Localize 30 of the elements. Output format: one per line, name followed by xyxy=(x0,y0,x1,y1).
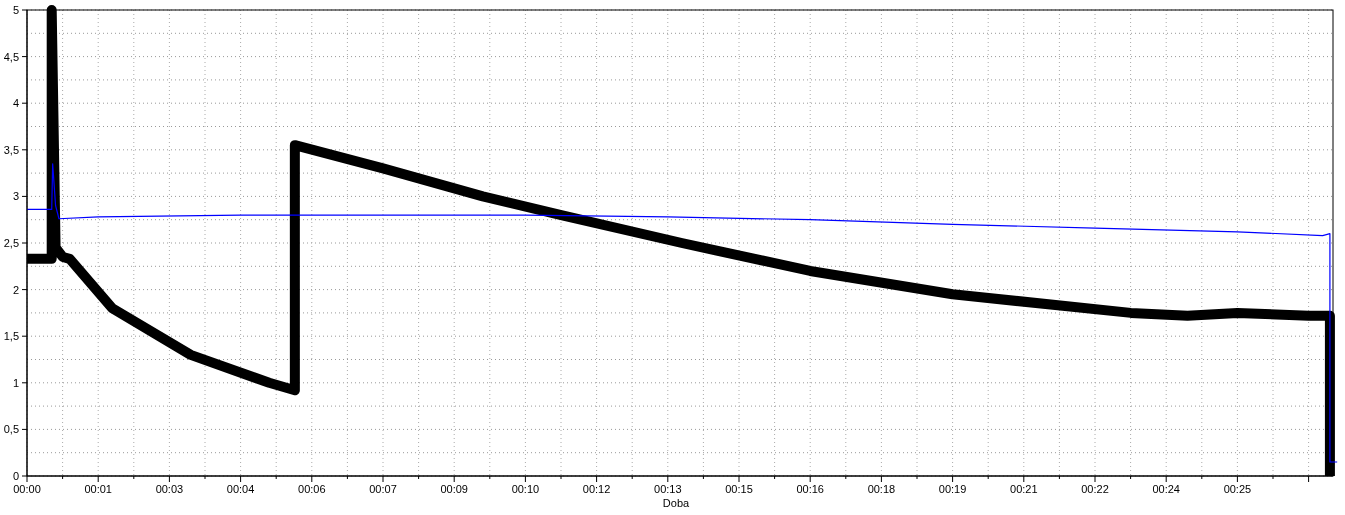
x-tick-label: 00:13 xyxy=(654,483,682,495)
y-tick-label: 2,5 xyxy=(3,237,19,249)
x-tick-label: 00:22 xyxy=(1081,483,1109,495)
x-tick-label: 00:24 xyxy=(1152,483,1180,495)
x-tick-label: 00:00 xyxy=(13,483,41,495)
y-tick-label: 5 xyxy=(12,4,19,16)
x-tick-label: 00:03 xyxy=(155,483,184,495)
y-tick-label: 0,5 xyxy=(3,423,19,436)
y-tick-label: 1,5 xyxy=(3,330,19,343)
y-tick-label: 3,5 xyxy=(3,143,19,156)
y-tick-label: 4 xyxy=(12,97,19,110)
x-tick-label: 00:18 xyxy=(867,483,896,495)
y-tick-label: 4,5 xyxy=(3,50,19,63)
x-tick-label: 00:01 xyxy=(84,483,112,495)
x-tick-label: 00:06 xyxy=(298,483,326,495)
x-tick-label: 00:09 xyxy=(440,483,468,495)
y-tick-label: 1 xyxy=(12,376,19,389)
y-tick-label: 0 xyxy=(12,470,19,482)
x-tick-label: 00:21 xyxy=(1010,483,1038,495)
y-tick-label: 3 xyxy=(12,190,19,203)
x-tick-label: 00:25 xyxy=(1223,483,1252,495)
x-tick-label: 00:07 xyxy=(369,483,397,495)
x-tick-label: 00:10 xyxy=(511,483,540,495)
y-tick-label: 2 xyxy=(12,283,19,296)
x-axis-title: Doba xyxy=(662,497,690,509)
x-tick-label: 00:12 xyxy=(582,483,611,495)
x-tick-label: 00:04 xyxy=(226,483,255,495)
x-tick-label: 00:16 xyxy=(796,483,824,495)
x-tick-label: 00:15 xyxy=(725,483,753,495)
x-tick-label: 00:19 xyxy=(938,483,967,495)
